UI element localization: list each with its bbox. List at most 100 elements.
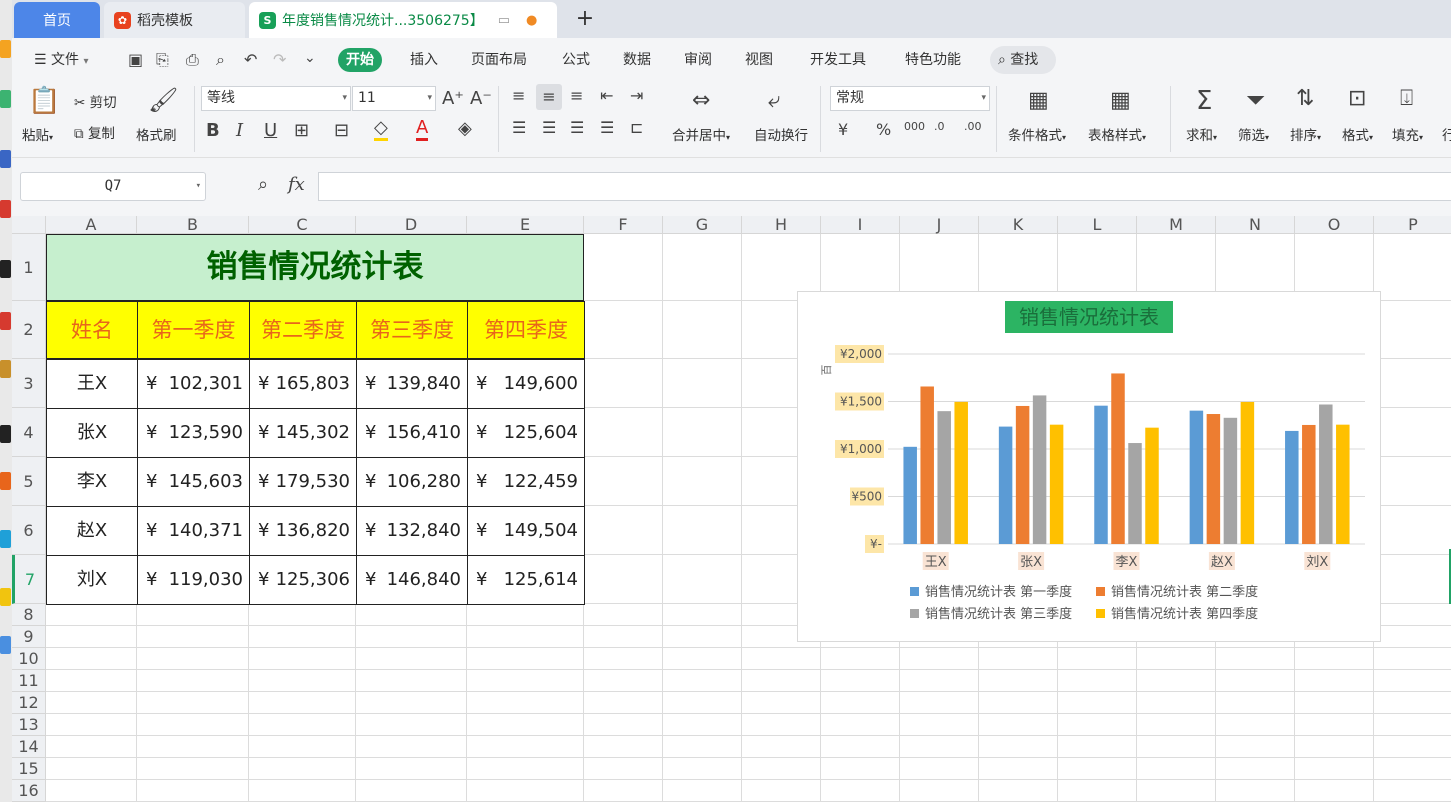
grid-cell[interactable] <box>742 780 821 802</box>
grid-cell[interactable] <box>137 780 249 802</box>
percent-icon[interactable]: % <box>876 120 891 139</box>
grid-cell[interactable] <box>46 780 137 802</box>
tab-review[interactable]: 审阅 <box>676 48 720 72</box>
tab-view[interactable]: 视图 <box>737 48 781 72</box>
row-header[interactable]: 13 <box>12 714 46 736</box>
undo-icon[interactable]: ↶ <box>244 50 257 69</box>
grid-cell[interactable] <box>584 457 663 506</box>
table-value-cell[interactable]: ¥125,604 <box>467 408 585 458</box>
grid-cell[interactable] <box>1137 692 1216 714</box>
grid-cell[interactable] <box>663 780 742 802</box>
grid-cell[interactable] <box>663 359 742 408</box>
justify-icon[interactable]: ☰ <box>600 118 614 137</box>
grid-cell[interactable] <box>1216 714 1295 736</box>
grid-cell[interactable] <box>356 692 467 714</box>
grid-cell[interactable] <box>249 648 356 670</box>
grid-cell[interactable] <box>467 692 584 714</box>
grid-cell[interactable] <box>979 692 1058 714</box>
sum-button[interactable]: 求和▾ <box>1186 124 1217 144</box>
grid-cell[interactable] <box>46 736 137 758</box>
paste-button[interactable]: 粘贴▾ <box>22 124 53 144</box>
grid-cell[interactable] <box>1374 506 1451 555</box>
grid-cell[interactable] <box>1216 692 1295 714</box>
grid-cell[interactable] <box>1295 780 1374 802</box>
increase-indent-icon[interactable]: ⇥ <box>630 86 643 105</box>
column-header[interactable]: F <box>584 216 663 234</box>
align-bottom-icon[interactable]: ≡ <box>570 86 583 105</box>
grid-cell[interactable] <box>1295 670 1374 692</box>
italic-icon[interactable]: I <box>236 120 243 141</box>
grid-cell[interactable] <box>46 604 137 626</box>
grid-cell[interactable] <box>249 692 356 714</box>
grid-cell[interactable] <box>1058 648 1137 670</box>
align-top-icon[interactable]: ≡ <box>512 86 525 105</box>
distributed-icon[interactable]: ⊏ <box>630 118 643 137</box>
grid-cell[interactable] <box>1374 670 1451 692</box>
grid-cell[interactable] <box>1216 780 1295 802</box>
row-header[interactable]: 6 <box>12 506 46 555</box>
row-header[interactable]: 16 <box>12 780 46 802</box>
grid-cell[interactable] <box>1137 780 1216 802</box>
grid-cell[interactable] <box>821 736 900 758</box>
column-header[interactable]: E <box>467 216 584 234</box>
row-header[interactable]: 7 <box>12 555 46 604</box>
grid-cell[interactable] <box>249 736 356 758</box>
grid-cell[interactable] <box>467 736 584 758</box>
column-header[interactable]: D <box>356 216 467 234</box>
table-value-cell[interactable]: ¥123,590 <box>137 408 250 458</box>
grid-cell[interactable] <box>663 626 742 648</box>
grid-cell[interactable] <box>249 670 356 692</box>
search-button[interactable]: ⌕ 查找 <box>990 46 1056 74</box>
grid-cell[interactable] <box>742 670 821 692</box>
decrease-decimal-icon[interactable]: .00 <box>964 120 982 133</box>
grid-cell[interactable] <box>584 626 663 648</box>
underline-icon[interactable]: U <box>264 120 277 141</box>
column-header[interactable]: A <box>46 216 137 234</box>
grid-cell[interactable] <box>1374 234 1451 301</box>
grid-cell[interactable] <box>1374 648 1451 670</box>
conditional-format-button[interactable]: 条件格式▾ <box>1008 124 1066 144</box>
align-center-icon[interactable]: ☰ <box>542 118 556 137</box>
grid-cell[interactable] <box>1374 780 1451 802</box>
grid-cell[interactable] <box>979 648 1058 670</box>
grid-cell[interactable] <box>821 714 900 736</box>
table-value-cell[interactable]: ¥145,302 <box>249 408 357 458</box>
tab-insert[interactable]: 插入 <box>402 48 446 72</box>
grid-cell[interactable] <box>1058 736 1137 758</box>
column-header[interactable]: H <box>742 216 821 234</box>
grid-cell[interactable] <box>663 234 742 301</box>
table-value-cell[interactable]: ¥149,504 <box>467 506 585 556</box>
table-value-cell[interactable]: ¥136,820 <box>249 506 357 556</box>
fx-icon[interactable]: fx <box>288 174 305 195</box>
row-header[interactable]: 10 <box>12 648 46 670</box>
grid-cell[interactable] <box>1374 301 1451 359</box>
grid-cell[interactable] <box>900 714 979 736</box>
grid-cell[interactable] <box>900 692 979 714</box>
save-icon[interactable]: ▣ <box>128 50 143 69</box>
grid-cell[interactable] <box>356 604 467 626</box>
grid-cell[interactable] <box>46 692 137 714</box>
column-header[interactable]: G <box>663 216 742 234</box>
table-style-icon[interactable]: ▦ <box>1110 88 1131 113</box>
grid-cell[interactable] <box>979 670 1058 692</box>
table-value-cell[interactable]: ¥102,301 <box>137 359 250 409</box>
table-header-cell[interactable]: 第四季度 <box>467 301 585 359</box>
table-value-cell[interactable]: ¥149,600 <box>467 359 585 409</box>
grid-cell[interactable] <box>1374 604 1451 626</box>
fill-color-icon[interactable]: ◇ <box>374 118 388 141</box>
table-value-cell[interactable]: ¥156,410 <box>356 408 468 458</box>
column-header[interactable]: N <box>1216 216 1295 234</box>
font-size-select[interactable]: 11 ▾ <box>352 86 436 111</box>
grid-cell[interactable] <box>1137 670 1216 692</box>
grid-cell[interactable] <box>249 604 356 626</box>
column-header[interactable]: I <box>821 216 900 234</box>
table-value-cell[interactable]: ¥140,371 <box>137 506 250 556</box>
column-header[interactable]: C <box>249 216 356 234</box>
table-title[interactable]: 销售情况统计表 <box>46 234 584 301</box>
grid-cell[interactable] <box>249 626 356 648</box>
decrease-indent-icon[interactable]: ⇤ <box>600 86 613 105</box>
grid-cell[interactable] <box>900 758 979 780</box>
tab-data[interactable]: 数据 <box>615 48 659 72</box>
table-value-cell[interactable]: ¥125,306 <box>249 555 357 605</box>
grid-cell[interactable] <box>1216 670 1295 692</box>
